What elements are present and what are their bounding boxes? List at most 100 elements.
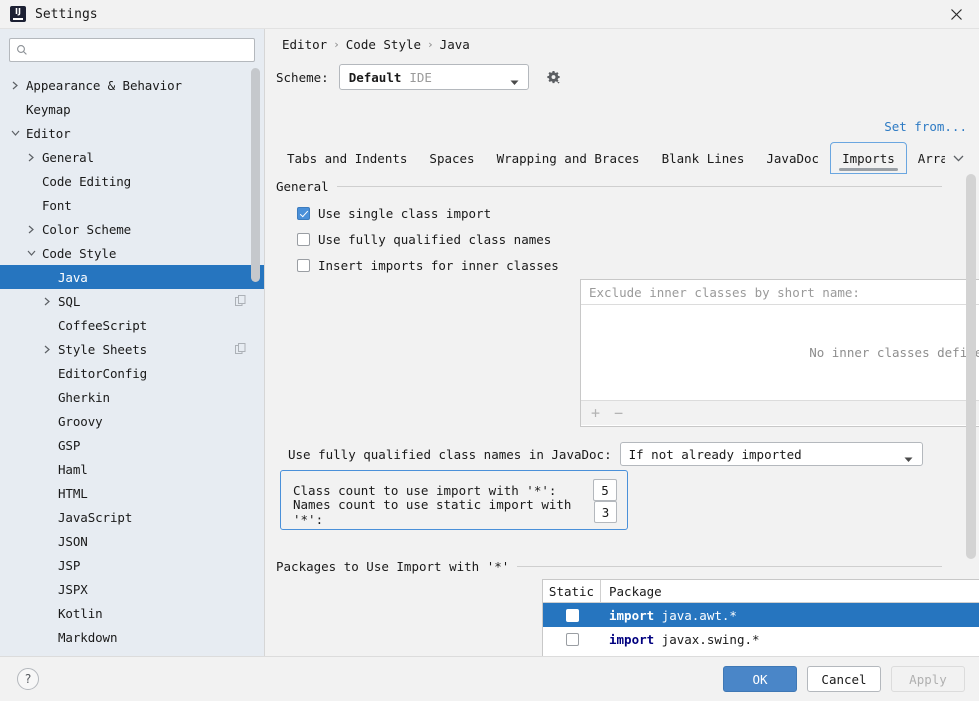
column-header-package[interactable]: Package <box>601 580 979 602</box>
package-cell[interactable]: import javax.swing.* <box>601 632 979 647</box>
search-box[interactable] <box>9 38 255 62</box>
search-input[interactable] <box>33 43 248 57</box>
tree-spacer <box>40 577 54 601</box>
chevron-right-icon[interactable] <box>8 73 22 97</box>
cancel-button[interactable]: Cancel <box>807 666 881 692</box>
tree-spacer <box>40 313 54 337</box>
ok-button[interactable]: OK <box>723 666 797 692</box>
chevron-right-icon[interactable] <box>40 337 54 361</box>
breadcrumb-item[interactable]: Editor <box>282 37 327 52</box>
checkbox-box[interactable] <box>297 207 310 220</box>
static-cell[interactable] <box>543 633 601 646</box>
sidebar-item-haml[interactable]: Haml <box>0 457 264 481</box>
static-checkbox[interactable] <box>566 633 579 646</box>
breadcrumb-item[interactable]: Code Style <box>346 37 421 52</box>
checkbox-use-fully-qualified-class-names[interactable]: Use fully qualified class names <box>297 232 551 247</box>
sidebar-item-markdown[interactable]: Markdown <box>0 625 264 649</box>
settings-tree: Appearance & Behavior KeymapEditorGeneral… <box>0 73 264 656</box>
help-button[interactable]: ? <box>17 668 39 690</box>
javadoc-fqn-dropdown[interactable]: If not already imported <box>620 442 923 466</box>
tab-tabs-and-indents[interactable]: Tabs and Indents <box>276 142 418 174</box>
settings-dialog: IJ Settings Appearance & BehaviorKeymapE… <box>0 0 979 701</box>
chevron-down-icon[interactable] <box>24 241 38 265</box>
chevron-right-icon[interactable] <box>24 145 38 169</box>
sidebar-item-label: GSP <box>58 438 80 453</box>
tab-imports[interactable]: Imports <box>830 142 907 174</box>
sidebar-item-java[interactable]: Java <box>0 265 264 289</box>
sidebar-item-json[interactable]: JSON <box>0 529 264 553</box>
sidebar-item-gherkin[interactable]: Gherkin <box>0 385 264 409</box>
package-cell[interactable]: import java.awt.* <box>601 608 979 623</box>
gear-icon[interactable] <box>543 66 565 88</box>
sidebar-item-code-editing[interactable]: Code Editing <box>0 169 264 193</box>
search-icon <box>16 44 28 56</box>
chevron-right-icon[interactable] <box>40 289 54 313</box>
scheme-label: Scheme: <box>276 70 329 85</box>
sidebar-item-code-style[interactable]: Code Style <box>0 241 264 265</box>
section-divider <box>517 566 942 567</box>
static-cell[interactable] <box>543 609 601 622</box>
sidebar-item-color-scheme[interactable]: Color Scheme <box>0 217 264 241</box>
close-icon[interactable] <box>933 0 979 29</box>
tree-spacer <box>40 409 54 433</box>
packages-section-title: Packages to Use Import with '*' <box>276 559 509 574</box>
sidebar-item-style-sheets[interactable]: Style Sheets <box>0 337 264 361</box>
sidebar-item-groovy[interactable]: Groovy <box>0 409 264 433</box>
set-from-link[interactable]: Set from... <box>884 119 967 134</box>
tabs-overflow-chevron-down-icon[interactable] <box>945 142 971 174</box>
sidebar-item-jsp[interactable]: JSP <box>0 553 264 577</box>
checkbox-use-single-class-import[interactable]: Use single class import <box>297 206 491 221</box>
chevron-down-icon[interactable] <box>8 121 22 145</box>
sidebar-item-gsp[interactable]: GSP <box>0 433 264 457</box>
sidebar-scrollbar-thumb[interactable] <box>251 68 260 282</box>
exclude-table-header: Exclude inner classes by short name: <box>581 280 979 305</box>
sidebar-item-editor[interactable]: Editor <box>0 121 264 145</box>
remove-button[interactable]: − <box>614 406 623 421</box>
names-count-input[interactable]: 3 <box>594 501 617 523</box>
sidebar-item-html[interactable]: HTML <box>0 481 264 505</box>
sidebar-item-jspx[interactable]: JSPX <box>0 577 264 601</box>
intellij-idea-logo-icon: IJ <box>10 6 26 22</box>
table-row[interactable]: import javax.swing.* <box>543 627 979 651</box>
sidebar-item-label: JavaScript <box>58 510 132 525</box>
tab-spaces[interactable]: Spaces <box>418 142 485 174</box>
packages-section-header: Packages to Use Import with '*' <box>276 559 960 574</box>
tab-arrang[interactable]: Arrang <box>907 142 945 174</box>
sidebar-item-coffeescript[interactable]: CoffeeScript <box>0 313 264 337</box>
checkbox-box[interactable] <box>297 233 310 246</box>
sidebar-item-kotlin[interactable]: Kotlin <box>0 601 264 625</box>
chevron-down-icon <box>510 75 519 89</box>
title-bar: IJ Settings <box>0 0 979 29</box>
tree-spacer <box>40 601 54 625</box>
static-checkbox[interactable] <box>566 609 579 622</box>
tree-spacer <box>40 625 54 649</box>
sidebar-item-label: Style Sheets <box>58 342 147 357</box>
main-scrollbar-thumb[interactable] <box>966 174 976 559</box>
add-button[interactable]: + <box>591 406 600 421</box>
tree-spacer <box>40 529 54 553</box>
tab-blank-lines[interactable]: Blank Lines <box>651 142 756 174</box>
tab-wrapping-and-braces[interactable]: Wrapping and Braces <box>486 142 651 174</box>
sidebar-item-appearance-behavior[interactable]: Appearance & Behavior <box>0 73 264 97</box>
general-section-title: General <box>276 179 329 194</box>
checkbox-box[interactable] <box>297 259 310 272</box>
class-count-input[interactable]: 5 <box>593 479 617 501</box>
checkbox-insert-imports-for-inner-classes[interactable]: Insert imports for inner classes <box>297 258 559 273</box>
sidebar-item-label: Java <box>58 270 88 285</box>
sidebar-item-keymap[interactable]: Keymap <box>0 97 264 121</box>
sidebar-item-editorconfig[interactable]: EditorConfig <box>0 361 264 385</box>
table-row[interactable]: import java.awt.* <box>543 603 979 627</box>
breadcrumb-item[interactable]: Java <box>440 37 470 52</box>
column-header-static[interactable]: Static <box>543 580 601 602</box>
sidebar-item-javascript[interactable]: JavaScript <box>0 505 264 529</box>
sidebar-item-label: Font <box>42 198 72 213</box>
sidebar-item-font[interactable]: Font <box>0 193 264 217</box>
chevron-right-icon[interactable] <box>24 217 38 241</box>
sidebar-item-label: Appearance & Behavior <box>26 78 182 93</box>
sidebar-item-general[interactable]: General <box>0 145 264 169</box>
main-panel: Editor›Code Style›Java Scheme: Default I… <box>266 29 979 656</box>
tab-javadoc[interactable]: JavaDoc <box>755 142 830 174</box>
scheme-dropdown[interactable]: Default IDE <box>339 64 529 90</box>
sidebar-item-sql[interactable]: SQL <box>0 289 264 313</box>
general-section-header: General <box>276 179 960 194</box>
